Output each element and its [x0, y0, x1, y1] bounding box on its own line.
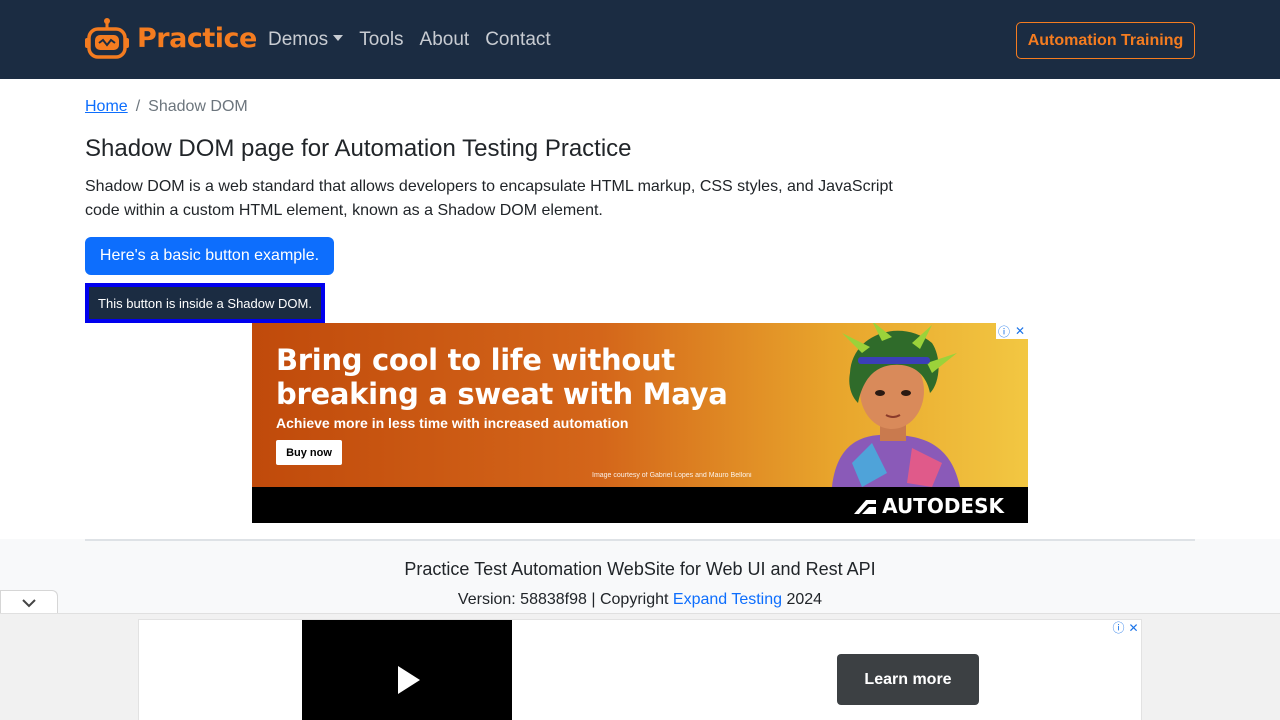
learn-more-button[interactable]: Learn more — [837, 654, 979, 705]
play-icon — [398, 666, 420, 694]
ad-character-illustration-icon — [832, 323, 960, 487]
ad-headline: Bring cool to life without breaking a sw… — [276, 343, 728, 411]
breadcrumb: Home / Shadow DOM — [85, 98, 248, 116]
footer-version: Version: 58838f98 | Copyright Expand Tes… — [0, 591, 1280, 609]
nav-contact[interactable]: Contact — [485, 29, 550, 51]
anchor-ad-choices: ⓘ ✕ — [1111, 620, 1141, 636]
anchor-ad-info-icon[interactable]: ⓘ — [1111, 620, 1126, 635]
nav-demos-label: Demos — [268, 29, 329, 50]
intro-paragraph: Shadow DOM is a web standard that allows… — [85, 178, 893, 219]
ad-close-icon[interactable]: ✕ — [1012, 323, 1028, 339]
ad-headline-line1: Bring cool to life without — [276, 343, 675, 377]
footer-version-text: Version: 58838f98 | Copyright — [457, 591, 673, 608]
anchor-ad: Learn more ⓘ ✕ — [0, 613, 1280, 720]
autodesk-brand-text: AUTODESK — [882, 494, 1004, 518]
brand-link[interactable]: Practice — [85, 16, 257, 60]
basic-example-button[interactable]: Here's a basic button example. — [85, 237, 334, 275]
ad-buy-now-button[interactable]: Buy now — [276, 440, 342, 465]
top-navbar: Practice Demos Tools About Contact Autom… — [0, 0, 1280, 79]
automation-training-button[interactable]: Automation Training — [1016, 22, 1195, 59]
page-title: Shadow DOM page for Automation Testing P… — [85, 135, 632, 162]
footer-title: Practice Test Automation WebSite for Web… — [404, 559, 876, 579]
ad-banner[interactable]: Bring cool to life without breaking a sw… — [252, 323, 1028, 523]
brand-name: Practice — [137, 22, 257, 54]
anchor-ad-frame: Learn more ⓘ ✕ — [138, 619, 1142, 720]
ad-brand-bar: AUTODESK — [252, 487, 1028, 523]
ad-info-icon[interactable]: ⓘ — [996, 323, 1012, 339]
nav-demos-dropdown[interactable]: Demos — [268, 29, 344, 51]
ad-image-credit: Image courtesy of Gabriel Lopes and Maur… — [592, 472, 752, 479]
breadcrumb-separator: / — [135, 98, 141, 115]
footer-year: 2024 — [782, 591, 823, 608]
expand-testing-link[interactable]: Expand Testing — [673, 591, 782, 608]
ad-subline: Achieve more in less time with increased… — [276, 415, 629, 431]
anchor-ad-close-icon[interactable]: ✕ — [1126, 620, 1141, 635]
anchor-ad-collapse-button[interactable] — [0, 590, 58, 614]
caret-down-icon — [333, 35, 344, 41]
nav-links: Demos Tools About Contact — [268, 29, 551, 51]
autodesk-logo: AUTODESK — [854, 494, 1004, 518]
footer-divider — [85, 539, 1195, 541]
robot-logo-icon — [85, 18, 129, 59]
ad-choices: ⓘ ✕ — [996, 323, 1028, 339]
nav-about[interactable]: About — [420, 29, 470, 51]
anchor-ad-video[interactable] — [302, 620, 512, 720]
shadow-dom-button[interactable]: This button is inside a Shadow DOM. — [85, 283, 325, 323]
breadcrumb-current: Shadow DOM — [148, 98, 248, 115]
autodesk-mark-icon — [854, 500, 877, 514]
nav-tools[interactable]: Tools — [359, 29, 403, 51]
breadcrumb-home-link[interactable]: Home — [85, 98, 128, 116]
ad-headline-line2: breaking a sweat with Maya — [276, 377, 728, 411]
chevron-down-icon — [22, 598, 36, 607]
